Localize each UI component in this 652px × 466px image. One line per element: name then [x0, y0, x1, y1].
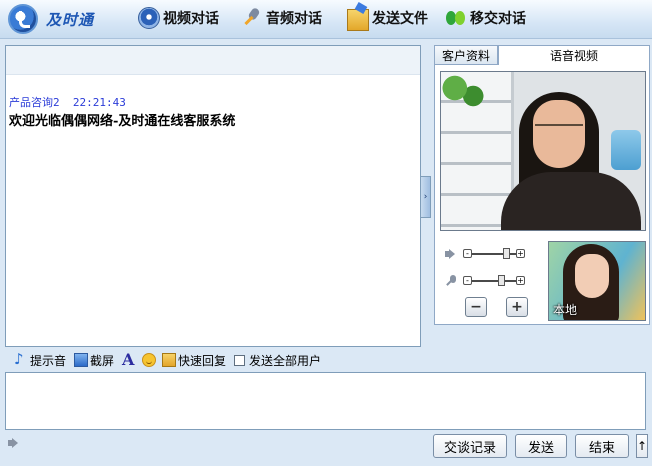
mic-volume-row: - +: [445, 275, 525, 287]
music-note-icon: [14, 350, 28, 368]
remote-person-glasses: [535, 124, 583, 138]
folder-icon: [347, 9, 369, 31]
chat-header-strip: [6, 46, 420, 75]
panel-collapse-handle[interactable]: ›: [421, 176, 431, 218]
send-file-button[interactable]: 发送文件: [347, 6, 428, 31]
end-button[interactable]: 结束: [575, 434, 629, 458]
font-icon: A: [122, 350, 135, 369]
screenshot-button[interactable]: 截屏: [74, 352, 114, 369]
video-chat-label: 视频对话: [163, 11, 219, 27]
mic-minus-icon[interactable]: -: [463, 276, 472, 285]
webcam-icon: [138, 7, 160, 29]
transfer-chat-label: 移交对话: [470, 11, 526, 27]
font-button[interactable]: A: [122, 350, 138, 369]
alert-sound-label: 提示音: [30, 353, 67, 368]
alert-sound-button[interactable]: 提示音: [14, 350, 67, 369]
microphone-icon: [241, 7, 263, 29]
speaker-volume-slider[interactable]: - +: [463, 248, 525, 260]
quick-reply-label: 快速回复: [178, 353, 227, 368]
tab-customer-info[interactable]: 客户资料: [434, 45, 498, 65]
send-file-label: 发送文件: [372, 11, 428, 27]
sound-toggle-icon[interactable]: [8, 438, 20, 448]
quick-reply-button[interactable]: 快速回复: [162, 352, 226, 369]
chevron-right-icon: ›: [423, 192, 428, 202]
message-meta: 产品咨询2 22:21:43: [9, 94, 126, 110]
screenshot-label: 截屏: [90, 353, 115, 368]
transfer-icon: [445, 7, 467, 29]
voice-video-panel: - + - + − + 本地: [434, 65, 650, 325]
message-input[interactable]: [5, 372, 646, 430]
volume-minus-icon[interactable]: -: [463, 249, 472, 258]
monitor-icon: [74, 353, 89, 367]
chat-history-button[interactable]: 交谈记录: [433, 434, 507, 458]
side-tabs: 客户资料 语音视频: [434, 45, 650, 65]
video-chat-button[interactable]: 视频对话: [138, 6, 219, 30]
smiley-icon: [142, 353, 157, 367]
more-options-button[interactable]: ↑: [636, 434, 648, 458]
video-background-plant: [441, 72, 487, 112]
remote-person-body: [501, 172, 641, 230]
message-text: 欢迎光临偶偶网络-及时通在线客服系统: [9, 114, 236, 129]
zoom-out-button[interactable]: −: [465, 297, 487, 317]
local-person-face: [575, 254, 609, 298]
chat-display[interactable]: 产品咨询2 22:21:43 欢迎光临偶偶网络-及时通在线客服系统: [5, 45, 421, 347]
remote-video: [440, 71, 646, 231]
speaker-volume-thumb[interactable]: [503, 248, 511, 259]
volume-plus-icon[interactable]: +: [516, 249, 525, 258]
speaker-volume-row: - +: [445, 248, 525, 260]
top-toolbar: 及时通 视频对话 音频对话 发送文件 移交对话: [0, 0, 652, 39]
transfer-chat-button[interactable]: 移交对话: [445, 6, 526, 30]
mic-volume-slider[interactable]: - +: [463, 275, 525, 287]
audio-chat-button[interactable]: 音频对话: [241, 6, 322, 30]
send-all-users-checkbox[interactable]: [234, 354, 246, 366]
app-logo: 及时通: [8, 3, 118, 35]
logo-icon: [8, 4, 38, 34]
local-video-label: 本地: [553, 303, 578, 317]
mic-plus-icon[interactable]: +: [516, 276, 525, 285]
tab-voice-video[interactable]: 语音视频: [498, 45, 650, 65]
video-background-bottle: [611, 130, 641, 170]
input-toolbar: 提示音 截屏 A 快速回复 发送全部用户: [14, 350, 329, 369]
speaker-icon: [445, 249, 457, 259]
logo-text: 及时通: [46, 11, 95, 29]
mic-volume-thumb[interactable]: [497, 275, 505, 286]
emoji-button[interactable]: [142, 353, 158, 367]
message-time: 22:21:43: [72, 96, 126, 109]
send-all-users-label: 发送全部用户: [249, 353, 322, 368]
send-all-users-option[interactable]: 发送全部用户: [234, 352, 321, 369]
zoom-in-button[interactable]: +: [506, 297, 528, 317]
quick-reply-icon: [162, 353, 177, 367]
send-button[interactable]: 发送: [515, 434, 567, 458]
audio-chat-label: 音频对话: [266, 11, 322, 27]
local-video: 本地: [548, 241, 646, 321]
message-sender: 产品咨询2: [9, 96, 60, 109]
mic-icon: [445, 275, 457, 287]
